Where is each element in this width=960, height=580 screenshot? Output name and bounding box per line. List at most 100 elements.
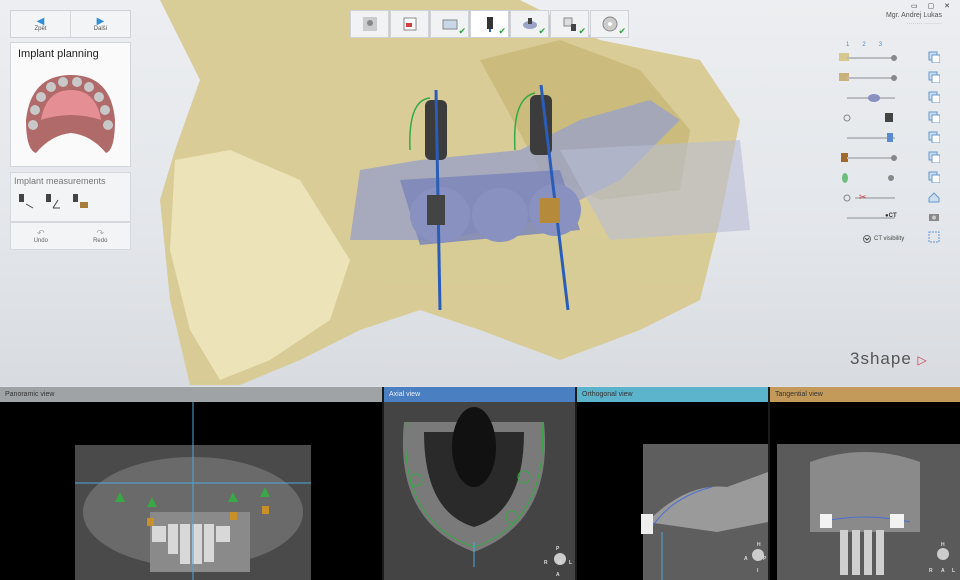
view-toggle-icon[interactable] <box>928 151 940 163</box>
back-button[interactable]: ◀ Zpět <box>11 11 71 37</box>
implant-measurements-panel: Implant measurements <box>10 172 131 222</box>
orient-p: P <box>556 546 560 552</box>
orient-h: H <box>757 542 761 548</box>
orient-i: I <box>757 568 759 574</box>
orient-a: A <box>941 568 945 574</box>
check-icon: ✔ <box>618 26 626 36</box>
user-subtitle: ········ ········· <box>906 21 942 27</box>
undo-button[interactable]: ↶ Undo <box>11 223 71 249</box>
navigation-panel: ◀ Zpět ▶ Další <box>10 10 131 38</box>
workflow-step-patient[interactable] <box>350 10 389 38</box>
distance-tool-button[interactable] <box>16 190 36 212</box>
teeth-opacity-slider[interactable] <box>847 77 895 79</box>
panoramic-view[interactable]: Panoramic view <box>0 387 382 580</box>
ct-visibility-row: CT visibility <box>835 228 950 248</box>
implant-planning-card: Implant planning <box>10 42 131 167</box>
next-label: Další <box>93 25 108 32</box>
view-toggle-icon[interactable] <box>928 131 940 143</box>
panoramic-image[interactable] <box>0 402 382 580</box>
orthogonal-image[interactable]: H A I P <box>577 402 768 580</box>
orient-l: L <box>952 568 956 574</box>
radio-icon[interactable] <box>843 114 851 122</box>
radio-icon[interactable] <box>887 174 895 182</box>
arrow-right-icon: ▶ <box>96 15 105 27</box>
orient-a: A <box>744 556 748 562</box>
implant-measurements-title: Implant measurements <box>14 176 106 186</box>
tangential-image[interactable]: H R A L <box>770 402 960 580</box>
opacity-row-nerve <box>835 168 950 188</box>
user-name: Mgr. Andrej Lukas <box>885 12 942 19</box>
undo-label: Undo <box>33 237 48 244</box>
view-toggle-icon[interactable] <box>928 111 940 123</box>
slider-knob[interactable] <box>891 55 897 61</box>
opacity-row-gingiva <box>835 88 950 108</box>
tangential-view-header: Tangential view <box>770 387 960 402</box>
orthogonal-view[interactable]: Orthogonal view H A I P <box>577 387 768 580</box>
implant-planning-title: Implant planning <box>18 48 99 60</box>
angle-measure-icon <box>46 194 60 209</box>
slider-knob[interactable] <box>891 155 897 161</box>
opacity-row-cut: ✂ <box>835 188 950 208</box>
house-icon[interactable] <box>928 191 940 203</box>
view-toggle-icon[interactable] <box>928 171 940 183</box>
orthogonal-view-header: Orthogonal view <box>577 387 768 402</box>
check-icon: ✔ <box>498 26 506 36</box>
scan-import-icon <box>442 19 457 30</box>
axial-view[interactable]: Axial view P R H L A <box>384 387 575 580</box>
nerve-layer-icon <box>842 173 848 183</box>
check-icon: ✔ <box>458 26 466 36</box>
user-info: Mgr. Andrej Lukas ········ ········· <box>886 12 942 27</box>
view-toggle-icon[interactable] <box>928 51 940 63</box>
bone-model <box>160 0 750 385</box>
opacity-row-sleeve <box>835 148 950 168</box>
arrow-left-icon: ◀ <box>36 15 45 27</box>
scissors-icon: ✂ <box>859 192 867 202</box>
sleeve-opacity-slider[interactable] <box>847 157 895 159</box>
view-toggle-icon[interactable] <box>928 71 940 83</box>
back-label: Zpět <box>34 25 47 32</box>
angle-tool-button[interactable] <box>43 190 63 212</box>
workflow-step-order[interactable] <box>390 10 429 38</box>
undo-icon: ↶ <box>36 227 45 238</box>
axial-image[interactable]: P R H L A <box>384 402 575 580</box>
check-icon: ✔ <box>538 26 546 36</box>
camera-icon[interactable] <box>928 211 940 223</box>
workflow-step-export[interactable]: ✔ <box>590 10 629 38</box>
orient-r: R <box>929 568 933 574</box>
disc-export-icon <box>602 16 617 32</box>
order-form-icon <box>403 17 416 31</box>
workflow-toolbar: ✔ ✔ ✔ ✔ ✔ <box>350 10 629 38</box>
tangential-view[interactable]: Tangential view H R A L <box>770 387 960 580</box>
view-toggle-icon[interactable] <box>928 91 940 103</box>
drill-icon <box>563 17 576 31</box>
workflow-step-drill[interactable]: ✔ <box>550 10 589 38</box>
check-icon: ✔ <box>578 26 586 36</box>
ct-visibility-toggle[interactable]: CT visibility <box>863 235 904 243</box>
next-button[interactable]: ▶ Další <box>71 11 130 37</box>
workflow-step-guide[interactable]: ✔ <box>510 10 549 38</box>
workflow-step-scan[interactable]: ✔ <box>430 10 469 38</box>
ct-icon: ●CT <box>885 213 897 219</box>
redo-button[interactable]: ↷ Redo <box>71 223 131 249</box>
nerve-tool-button[interactable] <box>70 190 90 212</box>
patient-icon <box>362 17 377 31</box>
orient-h: H <box>941 542 945 548</box>
surgical-guide-icon <box>522 18 537 29</box>
redo-icon: ↷ <box>96 227 105 238</box>
ct-visibility-label: CT visibility <box>874 236 905 242</box>
axial-view-header: Axial view <box>384 387 575 402</box>
radio-icon[interactable] <box>843 194 851 202</box>
opacity-row-abutment <box>835 108 950 128</box>
zoom-fit-icon[interactable] <box>928 231 940 243</box>
visibility-panel: 1 2 3 ✂ ●CT CT visibility <box>835 42 950 248</box>
nerve-measure-icon <box>73 194 88 208</box>
3d-viewport[interactable]: ◀ Zpět ▶ Další Implant planning Implant … <box>0 0 960 386</box>
slider-knob[interactable] <box>891 75 897 81</box>
orient-l: L <box>569 560 573 566</box>
window-controls[interactable]: ▭ ▢ ✕ <box>911 2 954 10</box>
slice-views: Panoramic view Axial view P R H L A Orth… <box>0 387 960 580</box>
jaw-thumbnail <box>26 75 115 153</box>
implant-layer-icon <box>887 133 893 142</box>
workflow-step-implant[interactable]: ✔ <box>470 10 509 38</box>
bone-opacity-slider[interactable] <box>847 57 895 59</box>
